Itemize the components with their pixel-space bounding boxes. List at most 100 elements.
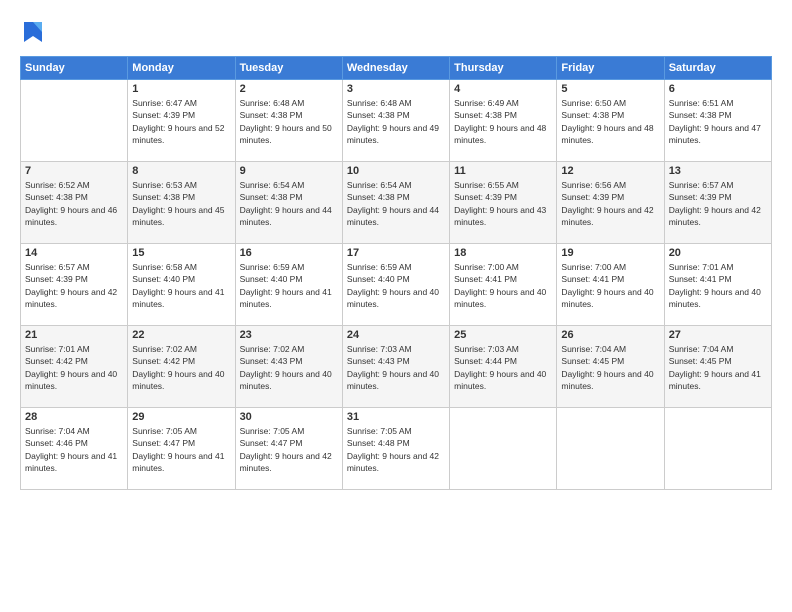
cell-info: Sunrise: 6:59 AMSunset: 4:40 PMDaylight:…	[240, 261, 338, 310]
cell-4-1: 29Sunrise: 7:05 AMSunset: 4:47 PMDayligh…	[128, 408, 235, 490]
day-number: 23	[240, 329, 338, 341]
col-header-sunday: Sunday	[21, 57, 128, 80]
day-number: 27	[669, 329, 767, 341]
cell-info: Sunrise: 6:59 AMSunset: 4:40 PMDaylight:…	[347, 261, 445, 310]
cell-0-3: 3 Sunrise: 6:48 AMSunset: 4:38 PMDaylight…	[342, 80, 449, 162]
day-number: 22	[132, 329, 230, 341]
cell-3-2: 23 Sunrise: 7:02 AMSunset: 4:43 PMDayligh…	[235, 326, 342, 408]
logo-icon	[22, 18, 44, 46]
day-number: 16	[240, 247, 338, 259]
day-number: 28	[25, 411, 123, 423]
cell-info: Sunrise: 6:51 AMSunset: 4:38 PMDaylight:…	[669, 97, 767, 146]
day-number: 6	[669, 83, 767, 95]
day-number: 11	[454, 165, 552, 177]
day-number: 21	[25, 329, 123, 341]
week-row-3: 21Sunrise: 7:01 AMSunset: 4:42 PMDayligh…	[21, 326, 772, 408]
day-number: 30	[240, 411, 338, 423]
cell-4-4	[450, 408, 557, 490]
cell-3-6: 27 Sunrise: 7:04 AMSunset: 4:45 PMDayligh…	[664, 326, 771, 408]
cell-3-5: 26 Sunrise: 7:04 AMSunset: 4:45 PMDayligh…	[557, 326, 664, 408]
cell-2-1: 15Sunrise: 6:58 AMSunset: 4:40 PMDayligh…	[128, 244, 235, 326]
cell-info: Sunrise: 6:48 AMSunset: 4:38 PMDaylight:…	[240, 97, 338, 146]
cell-info: Sunrise: 7:05 AMSunset: 4:48 PMDaylight:…	[347, 425, 445, 474]
cell-0-0	[21, 80, 128, 162]
cell-0-4: 4Sunrise: 6:49 AMSunset: 4:38 PMDaylight…	[450, 80, 557, 162]
day-number: 9	[240, 165, 338, 177]
day-number: 14	[25, 247, 123, 259]
cell-info: Sunrise: 6:57 AMSunset: 4:39 PMDaylight:…	[25, 261, 123, 310]
day-number: 18	[454, 247, 552, 259]
cell-3-0: 21Sunrise: 7:01 AMSunset: 4:42 PMDayligh…	[21, 326, 128, 408]
cell-info: Sunrise: 6:54 AMSunset: 4:38 PMDaylight:…	[240, 179, 338, 228]
col-header-friday: Friday	[557, 57, 664, 80]
cell-0-1: 1 Sunrise: 6:47 AMSunset: 4:39 PMDaylight…	[128, 80, 235, 162]
cell-4-0: 28 Sunrise: 7:04 AMSunset: 4:46 PMDayligh…	[21, 408, 128, 490]
day-number: 12	[561, 165, 659, 177]
header-row: SundayMondayTuesdayWednesdayThursdayFrid…	[21, 57, 772, 80]
cell-1-6: 13 Sunrise: 6:57 AMSunset: 4:39 PMDayligh…	[664, 162, 771, 244]
day-number: 13	[669, 165, 767, 177]
cell-info: Sunrise: 6:57 AMSunset: 4:39 PMDaylight:…	[669, 179, 767, 228]
cell-1-5: 12 Sunrise: 6:56 AMSunset: 4:39 PMDayligh…	[557, 162, 664, 244]
cell-info: Sunrise: 7:02 AMSunset: 4:43 PMDaylight:…	[240, 343, 338, 392]
cell-info: Sunrise: 7:04 AMSunset: 4:45 PMDaylight:…	[561, 343, 659, 392]
cell-info: Sunrise: 6:47 AMSunset: 4:39 PMDaylight:…	[132, 97, 230, 146]
week-row-2: 14 Sunrise: 6:57 AMSunset: 4:39 PMDayligh…	[21, 244, 772, 326]
cell-info: Sunrise: 7:05 AMSunset: 4:47 PMDaylight:…	[240, 425, 338, 474]
cell-info: Sunrise: 7:04 AMSunset: 4:45 PMDaylight:…	[669, 343, 767, 392]
col-header-saturday: Saturday	[664, 57, 771, 80]
cell-2-0: 14 Sunrise: 6:57 AMSunset: 4:39 PMDayligh…	[21, 244, 128, 326]
day-number: 10	[347, 165, 445, 177]
day-number: 29	[132, 411, 230, 423]
day-number: 15	[132, 247, 230, 259]
week-row-1: 7Sunrise: 6:52 AMSunset: 4:38 PMDaylight…	[21, 162, 772, 244]
cell-info: Sunrise: 7:01 AMSunset: 4:41 PMDaylight:…	[669, 261, 767, 310]
cell-1-2: 9 Sunrise: 6:54 AMSunset: 4:38 PMDaylight…	[235, 162, 342, 244]
col-header-thursday: Thursday	[450, 57, 557, 80]
cell-4-6	[664, 408, 771, 490]
page: SundayMondayTuesdayWednesdayThursdayFrid…	[0, 0, 792, 612]
cell-3-4: 25 Sunrise: 7:03 AMSunset: 4:44 PMDayligh…	[450, 326, 557, 408]
cell-info: Sunrise: 7:03 AMSunset: 4:44 PMDaylight:…	[454, 343, 552, 392]
cell-1-1: 8 Sunrise: 6:53 AMSunset: 4:38 PMDaylight…	[128, 162, 235, 244]
cell-0-5: 5Sunrise: 6:50 AMSunset: 4:38 PMDaylight…	[557, 80, 664, 162]
day-number: 20	[669, 247, 767, 259]
day-number: 17	[347, 247, 445, 259]
week-row-4: 28 Sunrise: 7:04 AMSunset: 4:46 PMDayligh…	[21, 408, 772, 490]
cell-1-3: 10 Sunrise: 6:54 AMSunset: 4:38 PMDayligh…	[342, 162, 449, 244]
cell-4-2: 30 Sunrise: 7:05 AMSunset: 4:47 PMDayligh…	[235, 408, 342, 490]
cell-info: Sunrise: 6:54 AMSunset: 4:38 PMDaylight:…	[347, 179, 445, 228]
day-number: 25	[454, 329, 552, 341]
cell-info: Sunrise: 7:04 AMSunset: 4:46 PMDaylight:…	[25, 425, 123, 474]
cell-info: Sunrise: 6:50 AMSunset: 4:38 PMDaylight:…	[561, 97, 659, 146]
cell-info: Sunrise: 7:00 AMSunset: 4:41 PMDaylight:…	[561, 261, 659, 310]
logo	[20, 18, 44, 46]
header	[20, 18, 772, 46]
calendar-table: SundayMondayTuesdayWednesdayThursdayFrid…	[20, 56, 772, 490]
cell-info: Sunrise: 6:48 AMSunset: 4:38 PMDaylight:…	[347, 97, 445, 146]
day-number: 8	[132, 165, 230, 177]
cell-info: Sunrise: 6:53 AMSunset: 4:38 PMDaylight:…	[132, 179, 230, 228]
cell-4-5	[557, 408, 664, 490]
day-number: 26	[561, 329, 659, 341]
cell-2-2: 16 Sunrise: 6:59 AMSunset: 4:40 PMDayligh…	[235, 244, 342, 326]
day-number: 3	[347, 83, 445, 95]
cell-2-3: 17 Sunrise: 6:59 AMSunset: 4:40 PMDayligh…	[342, 244, 449, 326]
day-number: 1	[132, 83, 230, 95]
day-number: 19	[561, 247, 659, 259]
day-number: 31	[347, 411, 445, 423]
day-number: 7	[25, 165, 123, 177]
cell-3-1: 22 Sunrise: 7:02 AMSunset: 4:42 PMDayligh…	[128, 326, 235, 408]
cell-info: Sunrise: 7:03 AMSunset: 4:43 PMDaylight:…	[347, 343, 445, 392]
cell-info: Sunrise: 7:00 AMSunset: 4:41 PMDaylight:…	[454, 261, 552, 310]
cell-info: Sunrise: 6:56 AMSunset: 4:39 PMDaylight:…	[561, 179, 659, 228]
cell-2-6: 20 Sunrise: 7:01 AMSunset: 4:41 PMDayligh…	[664, 244, 771, 326]
cell-2-4: 18 Sunrise: 7:00 AMSunset: 4:41 PMDayligh…	[450, 244, 557, 326]
cell-2-5: 19 Sunrise: 7:00 AMSunset: 4:41 PMDayligh…	[557, 244, 664, 326]
day-number: 24	[347, 329, 445, 341]
cell-3-3: 24 Sunrise: 7:03 AMSunset: 4:43 PMDayligh…	[342, 326, 449, 408]
week-row-0: 1 Sunrise: 6:47 AMSunset: 4:39 PMDaylight…	[21, 80, 772, 162]
cell-0-2: 2Sunrise: 6:48 AMSunset: 4:38 PMDaylight…	[235, 80, 342, 162]
cell-info: Sunrise: 7:02 AMSunset: 4:42 PMDaylight:…	[132, 343, 230, 392]
cell-1-0: 7Sunrise: 6:52 AMSunset: 4:38 PMDaylight…	[21, 162, 128, 244]
